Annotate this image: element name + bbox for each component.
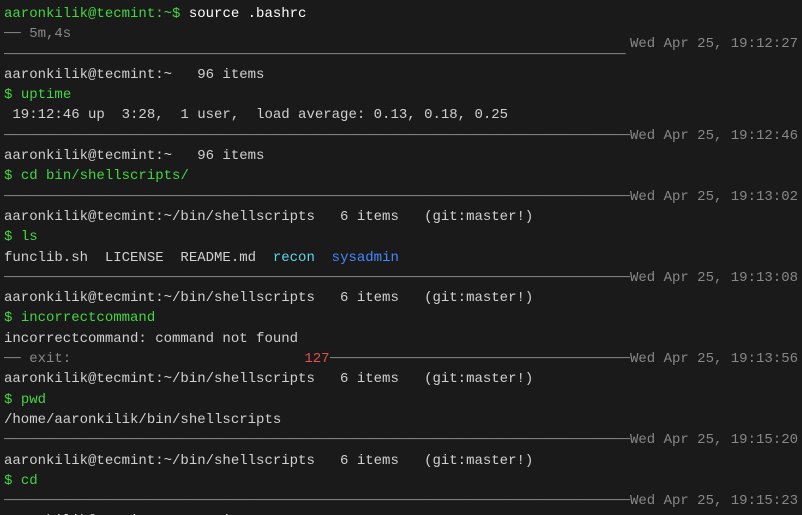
timestamp-5: Wed Apr 25, 19:13:56 <box>630 349 798 369</box>
info-text-2: aaronkilik@tecmint:~ 96 items <box>4 148 264 164</box>
dollar-7: $ <box>4 473 21 489</box>
line-5: $ incorrectcommand <box>0 308 802 328</box>
ls-funclib: funclib.sh LICENSE README.md <box>4 250 273 266</box>
ls-space <box>315 250 332 266</box>
dollar-6: $ <box>4 392 21 408</box>
info-4: aaronkilik@tecmint:~/bin/shellscripts 6 … <box>0 288 802 308</box>
divider-3: ────────────────────────────────────────… <box>0 187 802 207</box>
timestamp-1: Wed Apr 25, 19:12:27 <box>630 34 798 54</box>
prompt-1: aaronkilik@tecmint:~$ <box>4 6 189 22</box>
info-text-1: aaronkilik@tecmint:~ 96 items <box>4 67 264 83</box>
timestamp-6: Wed Apr 25, 19:15:20 <box>630 430 798 450</box>
info-7: aaronkilik@tecmint:~ 96 items <box>0 511 802 515</box>
cmd-5: incorrectcommand <box>21 310 155 326</box>
line-4: $ ls <box>0 227 802 247</box>
dollar-4: $ <box>4 229 21 245</box>
dollar-3: $ <box>4 168 21 184</box>
cmd-1: source .bashrc <box>189 6 307 22</box>
cmd-2: uptime <box>21 87 71 103</box>
line-1: aaronkilik@tecmint:~$ source .bashrc <box>0 4 802 24</box>
info-text-3: aaronkilik@tecmint:~/bin/shellscripts 6 … <box>4 209 533 225</box>
cmd-6: pwd <box>21 392 46 408</box>
ls-output: funclib.sh LICENSE README.md recon sysad… <box>0 248 802 268</box>
timestamp-7: Wed Apr 25, 19:15:23 <box>630 491 798 511</box>
error-text: incorrectcommand: command not found <box>4 331 298 347</box>
output-2: 19:12:46 up 3:28, 1 user, load average: … <box>0 105 802 125</box>
info-3: aaronkilik@tecmint:~/bin/shellscripts 6 … <box>0 207 802 227</box>
timestamp-2: Wed Apr 25, 19:12:46 <box>630 126 798 146</box>
exit-code: 127 <box>304 349 329 369</box>
dollar-2: $ <box>4 87 21 103</box>
line-7: $ cd <box>0 471 802 491</box>
line-2: $ uptime <box>0 85 802 105</box>
pwd-output: /home/aaronkilik/bin/shellscripts <box>0 410 802 430</box>
exit-dash-right: ────────────────────────────────────────… <box>330 349 630 369</box>
cmd-3: cd bin/shellscripts/ <box>21 168 189 184</box>
pwd-text: /home/aaronkilik/bin/shellscripts <box>4 412 281 428</box>
divider-2: ────────────────────────────────────────… <box>0 126 802 146</box>
info-1: aaronkilik@tecmint:~ 96 items <box>0 65 802 85</box>
ls-recon: recon <box>273 250 315 266</box>
line-6: $ pwd <box>0 390 802 410</box>
exit-divider: ── exit: 127 ───────────────────────────… <box>0 349 802 369</box>
output-text-2: 19:12:46 up 3:28, 1 user, load average: … <box>4 107 508 123</box>
exit-dash: ── exit: <box>4 349 304 369</box>
cmd-7: cd <box>21 473 38 489</box>
ls-sysadmin: sysadmin <box>332 250 399 266</box>
divider-dash-4: ────────────────────────────────────────… <box>4 268 630 288</box>
divider-1: ── 5m,4s ───────────────────────────────… <box>0 24 802 65</box>
cmd-4: ls <box>21 229 38 245</box>
dollar-5: $ <box>4 310 21 326</box>
divider-dash-6: ────────────────────────────────────────… <box>4 491 630 511</box>
divider-dash-1: ── 5m,4s ───────────────────────────────… <box>4 24 630 65</box>
divider-6: ────────────────────────────────────────… <box>0 491 802 511</box>
info-text-6: aaronkilik@tecmint:~/bin/shellscripts 6 … <box>4 453 533 469</box>
info-5: aaronkilik@tecmint:~/bin/shellscripts 6 … <box>0 369 802 389</box>
terminal: aaronkilik@tecmint:~$ source .bashrc ── … <box>0 0 802 515</box>
error-output: incorrectcommand: command not found <box>0 329 802 349</box>
info-6: aaronkilik@tecmint:~/bin/shellscripts 6 … <box>0 451 802 471</box>
info-2: aaronkilik@tecmint:~ 96 items <box>0 146 802 166</box>
divider-dash-3: ────────────────────────────────────────… <box>4 187 630 207</box>
divider-4: ────────────────────────────────────────… <box>0 268 802 288</box>
line-3: $ cd bin/shellscripts/ <box>0 166 802 186</box>
divider-dash-5: ────────────────────────────────────────… <box>4 430 630 450</box>
timestamp-3: Wed Apr 25, 19:13:02 <box>630 187 798 207</box>
divider-5: ────────────────────────────────────────… <box>0 430 802 450</box>
timestamp-4: Wed Apr 25, 19:13:08 <box>630 268 798 288</box>
info-text-4: aaronkilik@tecmint:~/bin/shellscripts 6 … <box>4 290 533 306</box>
info-text-5: aaronkilik@tecmint:~/bin/shellscripts 6 … <box>4 371 533 387</box>
divider-dash-2: ────────────────────────────────────────… <box>4 126 630 146</box>
